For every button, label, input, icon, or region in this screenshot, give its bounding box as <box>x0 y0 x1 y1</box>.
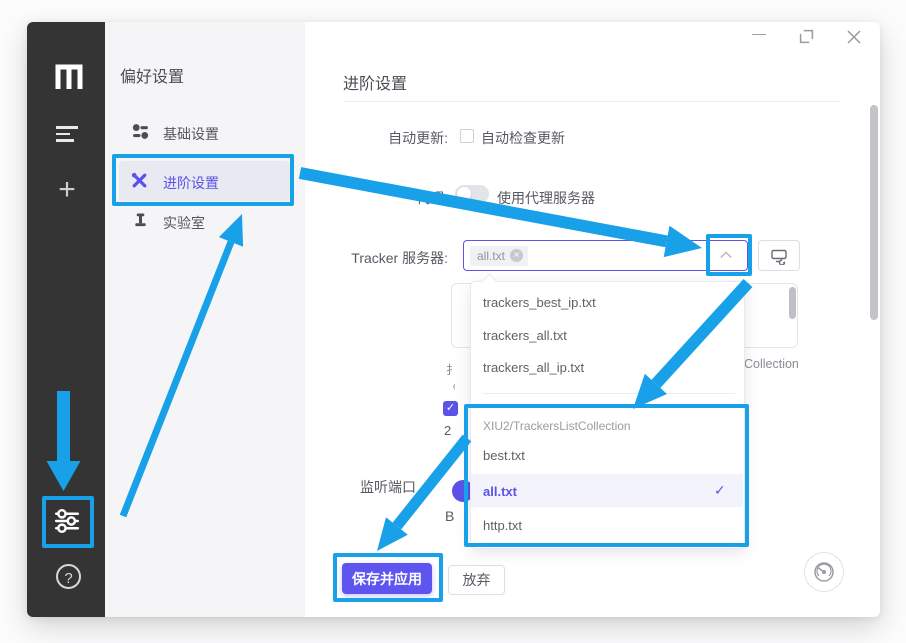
dropdown-option[interactable]: trackers_best_ip.txt <box>483 295 596 310</box>
page-title: 进阶设置 <box>343 70 407 94</box>
sync-icon <box>770 247 788 265</box>
preferences-panel <box>105 22 305 617</box>
auto-update-checkbox[interactable] <box>460 129 474 143</box>
auto-update-checkbox-label[interactable]: 自动检查更新 <box>481 128 565 148</box>
toggles-icon <box>132 123 149 140</box>
textarea-scrollbar[interactable] <box>789 287 796 319</box>
screenshot-stage: + ? 偏好设置 基础设置 进阶设置 <box>0 0 906 643</box>
annotation-box-advanced-settings <box>112 154 294 206</box>
tracker-server-label: Tracker 服务器: <box>330 248 448 268</box>
obscured-text-fragment: 扌 <box>446 361 455 378</box>
proxy-toggle[interactable] <box>455 185 489 203</box>
auto-sync-checkbox-checked[interactable]: ✓ <box>443 401 458 416</box>
annotation-box-settings-icon <box>42 496 94 548</box>
toggle-knob <box>457 187 471 201</box>
annotation-box-chevron <box>706 234 752 276</box>
proxy-label: 代理: <box>343 188 448 208</box>
discard-button[interactable]: 放弃 <box>448 565 505 595</box>
obscured-text-fragment: 〈 <box>446 378 455 395</box>
tag-remove-icon[interactable]: × <box>510 249 523 262</box>
proxy-toggle-label[interactable]: 使用代理服务器 <box>497 188 595 208</box>
annotation-box-save-button <box>333 553 443 602</box>
lab-stamp-icon <box>133 212 148 228</box>
annotation-box-dropdown-group <box>464 404 749 547</box>
dropdown-option[interactable]: trackers_all_ip.txt <box>483 360 584 375</box>
preferences-title: 偏好设置 <box>120 63 184 87</box>
close-button[interactable] <box>846 29 862 45</box>
title-divider <box>343 101 840 102</box>
motrix-logo-icon[interactable] <box>54 62 84 90</box>
sidebar-item-label: 实验室 <box>163 213 205 233</box>
window-scrollbar[interactable] <box>870 105 878 320</box>
auto-update-label: 自动更新: <box>343 128 448 148</box>
selected-tag[interactable]: all.txt × <box>470 246 528 266</box>
sidebar-item-label: 基础设置 <box>163 124 219 144</box>
sidebar-item-lab[interactable]: 实验室 <box>119 205 290 239</box>
task-list-icon[interactable] <box>56 126 78 142</box>
listen-port-label: 监听端口 <box>360 477 416 497</box>
sidebar-item-basic-settings[interactable]: 基础设置 <box>119 118 290 152</box>
add-task-icon[interactable]: + <box>51 174 83 206</box>
sync-trackers-button[interactable] <box>758 240 800 271</box>
speedometer-icon <box>812 560 836 584</box>
dropdown-group-divider <box>483 393 735 394</box>
minimize-button[interactable]: — <box>750 25 768 43</box>
speed-limit-button[interactable] <box>804 552 844 592</box>
obscured-text-fragment: B <box>445 508 454 524</box>
help-icon[interactable]: ? <box>56 564 81 589</box>
dropdown-option[interactable]: trackers_all.txt <box>483 328 567 343</box>
selected-tag-label: all.txt <box>477 249 505 263</box>
maximize-button[interactable] <box>799 29 814 44</box>
trackers-collection-link-fragment[interactable]: Collection <box>744 357 799 371</box>
obscured-text-fragment: 2 <box>444 423 453 438</box>
